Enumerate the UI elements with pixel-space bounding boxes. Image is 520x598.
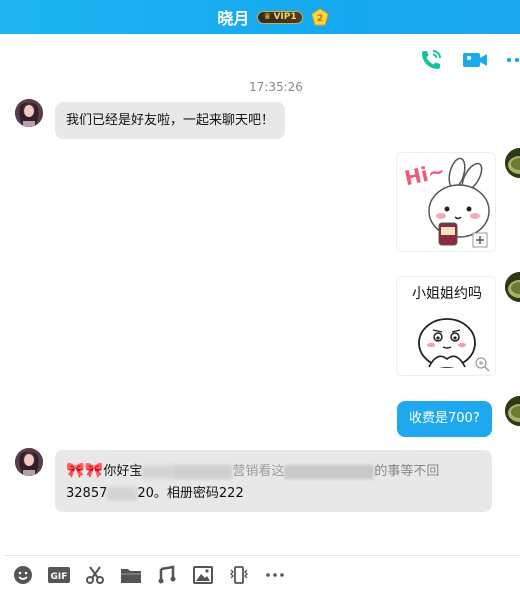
message-text: 看这 [258, 464, 285, 479]
vip-badge: ♛ VIP1 [257, 10, 303, 24]
video-call-icon[interactable] [462, 47, 488, 73]
message-line: 32857 20。相册密码222 [66, 483, 481, 505]
redacted-text [172, 464, 233, 479]
my-avatar[interactable] [505, 148, 520, 178]
svg-text:GIF: GIF [51, 572, 68, 582]
message-bubble: 我们已经是好友啦，一起来聊天吧！ [55, 102, 286, 139]
message-text: 32857 [66, 486, 108, 501]
folder-icon[interactable] [120, 564, 142, 586]
bow-emoji-icon: 🎀🎀 [66, 461, 104, 479]
image-icon[interactable] [192, 564, 214, 586]
music-icon[interactable] [156, 564, 178, 586]
my-avatar[interactable] [505, 396, 520, 426]
sticker-meme-face[interactable]: 小姐姐约吗 [396, 276, 496, 376]
my-message-bubble: 收费是700? [397, 401, 492, 437]
contact-avatar[interactable] [15, 99, 43, 127]
redacted-text [284, 464, 375, 479]
vip-label: VIP1 [273, 12, 297, 22]
chat-toolbar [418, 42, 520, 78]
phone-icon[interactable] [418, 47, 444, 73]
contact-avatar[interactable] [15, 448, 43, 476]
sticker-rabbit-hi[interactable]: Hi~ [396, 152, 496, 252]
message-text: 的事等不回 [374, 464, 440, 479]
message-line: 🎀🎀你好宝 营销看这 的事等不回 [66, 459, 481, 483]
redacted-text [142, 464, 173, 479]
level-badge-icon: 2 [311, 8, 329, 26]
message-text: 收费是700? [409, 411, 480, 426]
message-text: 营销 [232, 464, 259, 479]
message-bubble: 🎀🎀你好宝 营销看这 的事等不回 32857 20。相册密码222 [55, 450, 492, 512]
svg-text:2: 2 [317, 14, 323, 24]
chat-title: 晓月 [217, 9, 250, 28]
input-toolbar: GIF [12, 562, 286, 588]
vip-crown-icon: ♛ [263, 12, 272, 22]
redacted-text [107, 486, 138, 501]
message-timestamp: 17:35:26 [249, 80, 303, 94]
message-text: 我们已经是好友啦，一起来聊天吧！ [66, 113, 275, 128]
scissors-icon[interactable] [84, 564, 106, 586]
gif-icon[interactable]: GIF [48, 564, 70, 586]
title-wrap: 晓月 ♛ VIP1 2 [0, 0, 520, 34]
message-text: 你好宝 [103, 464, 143, 479]
emoji-icon[interactable] [12, 564, 34, 586]
svg-text:Hi~: Hi~ [402, 158, 446, 190]
my-avatar[interactable] [505, 272, 520, 302]
input-divider [4, 555, 520, 556]
shake-icon[interactable] [228, 564, 250, 586]
message-text: 20。相册密码222 [137, 486, 244, 501]
more-icon[interactable] [506, 47, 520, 73]
more-tools-icon[interactable] [264, 564, 286, 586]
